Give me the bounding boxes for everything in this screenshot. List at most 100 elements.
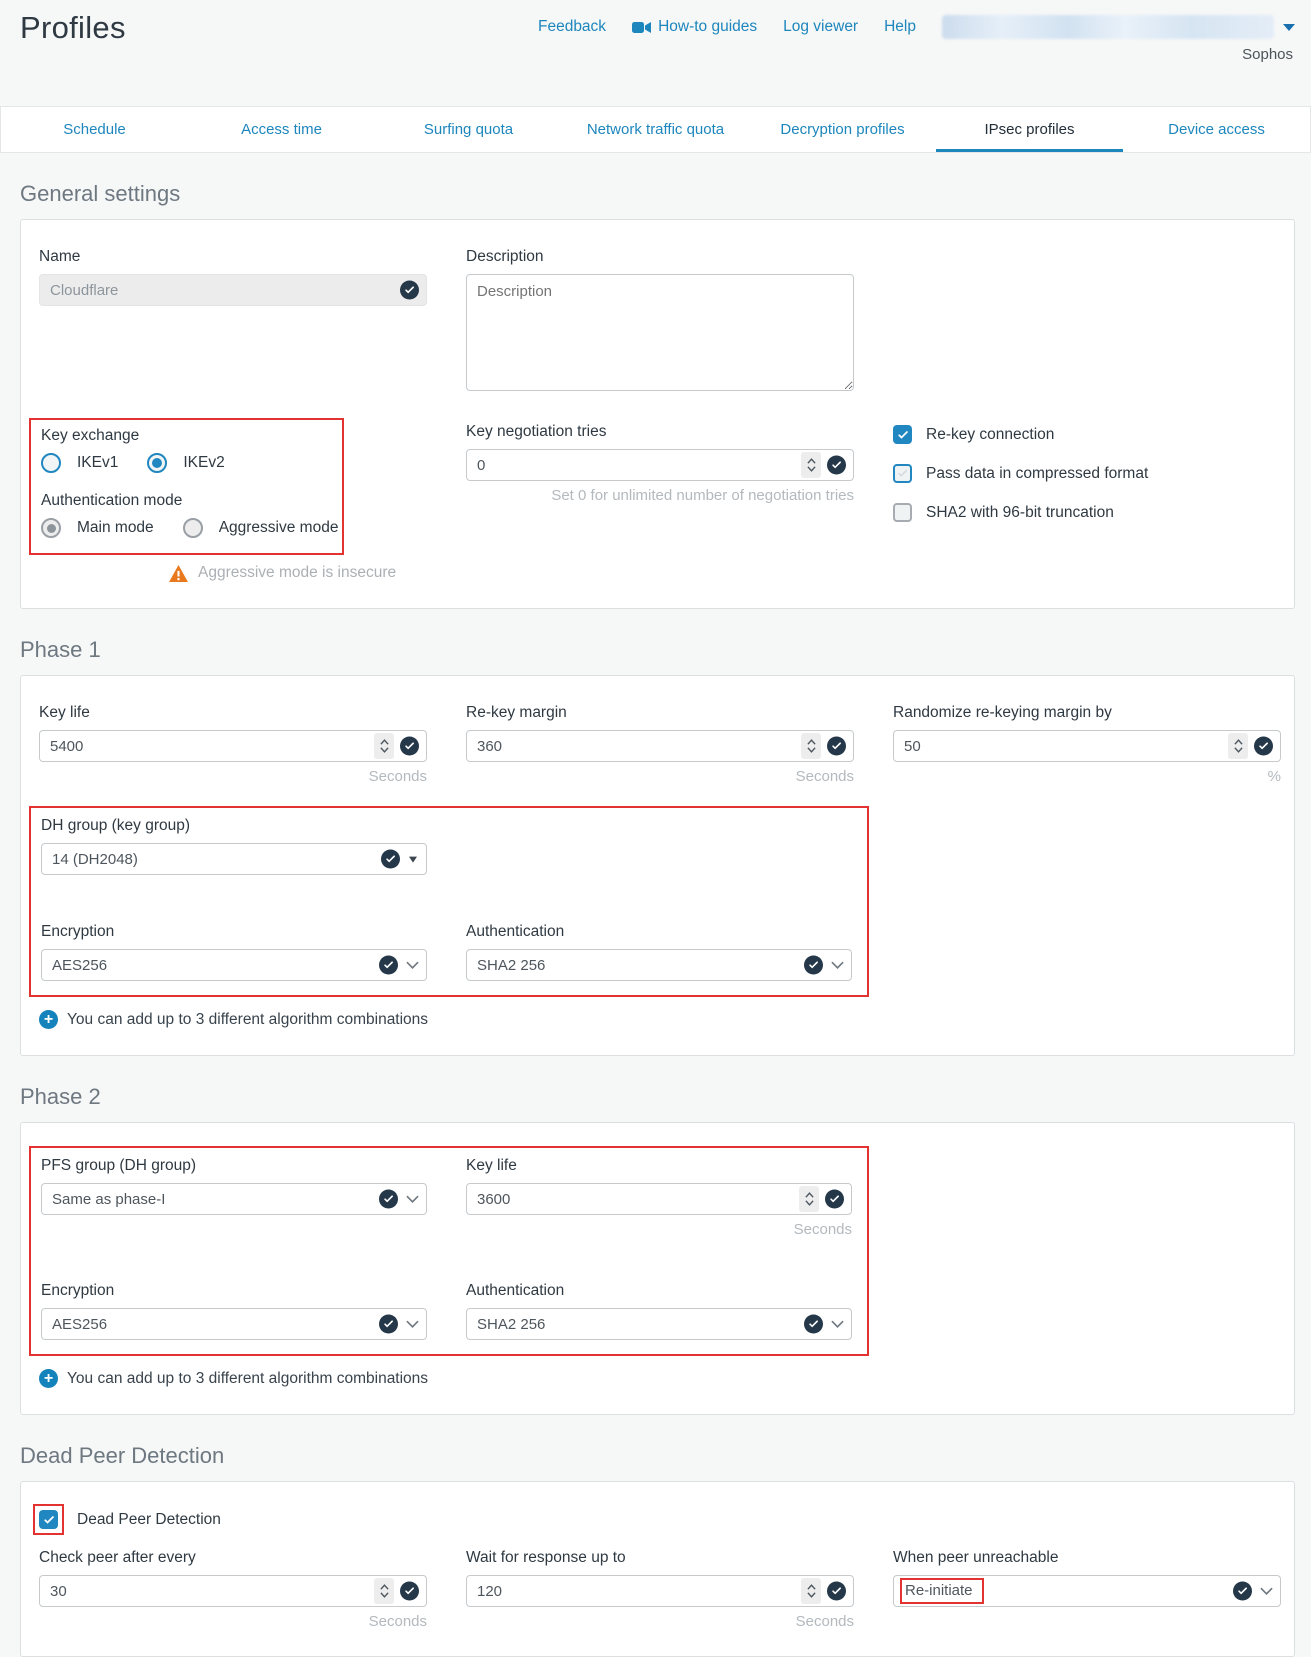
when-unreachable-group: When peer unreachable Re-initiate [893, 1549, 1281, 1630]
check-circle-icon [379, 956, 398, 975]
unit-label: Seconds [466, 768, 854, 785]
phase2-key-life-input[interactable] [466, 1183, 852, 1215]
wait-response-group: Wait for response up to Seconds [466, 1549, 854, 1630]
encryption-select[interactable]: AES256 [41, 949, 427, 981]
description-field-group: Description [466, 248, 854, 396]
unit-label: Seconds [39, 768, 427, 785]
number-stepper[interactable] [801, 452, 821, 478]
wait-response-label: Wait for response up to [466, 1549, 854, 1567]
number-stepper[interactable] [801, 1578, 821, 1604]
tab-access-time[interactable]: Access time [188, 107, 375, 152]
when-unreachable-label: When peer unreachable [893, 1549, 1281, 1567]
radio-aggressive-mode[interactable]: Aggressive mode [183, 518, 339, 538]
name-label: Name [39, 248, 427, 266]
number-stepper[interactable] [374, 1578, 394, 1604]
log-viewer-link[interactable]: Log viewer [783, 18, 858, 36]
chevron-down-icon[interactable] [1260, 1587, 1273, 1596]
chevron-down-icon[interactable] [1283, 24, 1295, 31]
checkbox-unchecked-icon[interactable] [893, 464, 912, 483]
key-life-input[interactable] [39, 730, 427, 762]
name-input[interactable] [39, 274, 427, 306]
radio-ikev2[interactable]: IKEv2 [147, 453, 224, 473]
help-link[interactable]: Help [884, 18, 916, 36]
brand-label: Sophos [1242, 46, 1293, 63]
check-peer-input[interactable] [39, 1575, 427, 1607]
randomize-input[interactable] [893, 730, 1281, 762]
key-negotiation-helper: Set 0 for unlimited number of negotiatio… [466, 487, 854, 504]
encryption-label: Encryption [41, 1282, 427, 1300]
authentication-select[interactable]: SHA2 256 [466, 949, 852, 981]
chevron-down-icon[interactable] [831, 1320, 844, 1329]
pfs-group-field-group: PFS group (DH group) Same as phase-I [41, 1157, 427, 1238]
pfs-group-label: PFS group (DH group) [41, 1157, 427, 1175]
sha2-truncation-option[interactable]: SHA2 with 96-bit truncation [893, 503, 1281, 522]
rekey-margin-input[interactable] [466, 730, 854, 762]
checkbox-unchecked-gray-icon[interactable] [893, 503, 912, 522]
check-circle-icon [379, 1315, 398, 1334]
radio-selected-icon[interactable] [147, 453, 167, 473]
tab-decryption-profiles[interactable]: Decryption profiles [749, 107, 936, 152]
warning-triangle-icon [169, 565, 188, 582]
check-circle-icon [825, 1190, 844, 1209]
checkbox-checked-icon[interactable] [893, 425, 912, 444]
phase1-rekey-margin-group: Re-key margin Seconds [466, 704, 854, 785]
dpd-panel: Dead Peer Detection Check peer after eve… [20, 1481, 1295, 1657]
tab-network-traffic-quota[interactable]: Network traffic quota [562, 107, 749, 152]
dh-group-field-group: DH group (key group) 14 (DH2048) [41, 817, 427, 875]
number-stepper[interactable] [799, 1186, 819, 1212]
dpd-enable-checkbox[interactable] [39, 1510, 58, 1529]
wait-response-input[interactable] [466, 1575, 854, 1607]
dropdown-caret-icon[interactable] [409, 857, 417, 863]
phase2-encryption-group: Encryption AES256 [41, 1282, 427, 1340]
auth-mode-label: Authentication mode [41, 492, 338, 510]
feedback-link[interactable]: Feedback [538, 18, 606, 36]
description-textarea[interactable] [466, 274, 854, 391]
authentication-select[interactable]: SHA2 256 [466, 1308, 852, 1340]
check-circle-icon [379, 1190, 398, 1209]
tab-device-access[interactable]: Device access [1123, 107, 1310, 152]
check-circle-icon [827, 737, 846, 756]
check-peer-group: Check peer after every Seconds [39, 1549, 427, 1630]
when-unreachable-select[interactable]: Re-initiate [893, 1575, 1281, 1607]
pfs-group-select[interactable]: Same as phase-I [41, 1183, 427, 1215]
phase1-panel: Key life Seconds Re-key margin Seconds [20, 675, 1295, 1056]
check-circle-icon [381, 850, 400, 869]
tab-ipsec-profiles[interactable]: IPsec profiles [936, 107, 1123, 152]
encryption-label: Encryption [41, 923, 427, 941]
rekey-connection-option[interactable]: Re-key connection [893, 425, 1281, 444]
number-stepper[interactable] [1228, 733, 1248, 759]
phase1-randomize-group: Randomize re-keying margin by % [893, 704, 1281, 785]
number-stepper[interactable] [801, 733, 821, 759]
phase1-key-life-group: Key life Seconds [39, 704, 427, 785]
radio-ikev1[interactable]: IKEv1 [41, 453, 118, 473]
howto-guides-link[interactable]: How-to guides [632, 18, 757, 36]
annotation-box-phase2-algorithms: PFS group (DH group) Same as phase-I Key… [29, 1146, 869, 1356]
chevron-down-icon[interactable] [406, 961, 419, 970]
check-peer-label: Check peer after every [39, 1549, 427, 1567]
key-negotiation-input[interactable] [466, 449, 854, 481]
key-negotiation-label: Key negotiation tries [466, 423, 854, 441]
chevron-down-icon[interactable] [831, 961, 844, 970]
dh-group-select[interactable]: 14 (DH2048) [41, 843, 427, 875]
key-negotiation-field-group: Key negotiation tries Set 0 for unlimite… [466, 418, 854, 582]
radio-icon[interactable] [41, 453, 61, 473]
check-circle-icon [1233, 1582, 1252, 1601]
number-stepper[interactable] [374, 733, 394, 759]
annotation-box-phase1-algorithms: DH group (key group) 14 (DH2048) [29, 806, 869, 997]
tab-surfing-quota[interactable]: Surfing quota [375, 107, 562, 152]
add-circle-icon[interactable]: + [39, 1369, 58, 1388]
tab-schedule[interactable]: Schedule [1, 107, 188, 152]
radio-main-mode[interactable]: Main mode [41, 518, 154, 538]
general-settings-heading: General settings [20, 181, 1311, 207]
add-circle-icon[interactable]: + [39, 1010, 58, 1029]
chevron-down-icon[interactable] [406, 1195, 419, 1204]
pass-data-compressed-option[interactable]: Pass data in compressed format [893, 464, 1281, 483]
encryption-select[interactable]: AES256 [41, 1308, 427, 1340]
radio-gray-icon[interactable] [183, 518, 203, 538]
phase1-add-note: + You can add up to 3 different algorith… [39, 1010, 1281, 1029]
radio-selected-gray-icon[interactable] [41, 518, 61, 538]
account-selector[interactable] [942, 15, 1295, 39]
chevron-down-icon[interactable] [406, 1320, 419, 1329]
phase1-encryption-group: Encryption AES256 [41, 923, 427, 981]
unit-label: Seconds [39, 1613, 427, 1630]
